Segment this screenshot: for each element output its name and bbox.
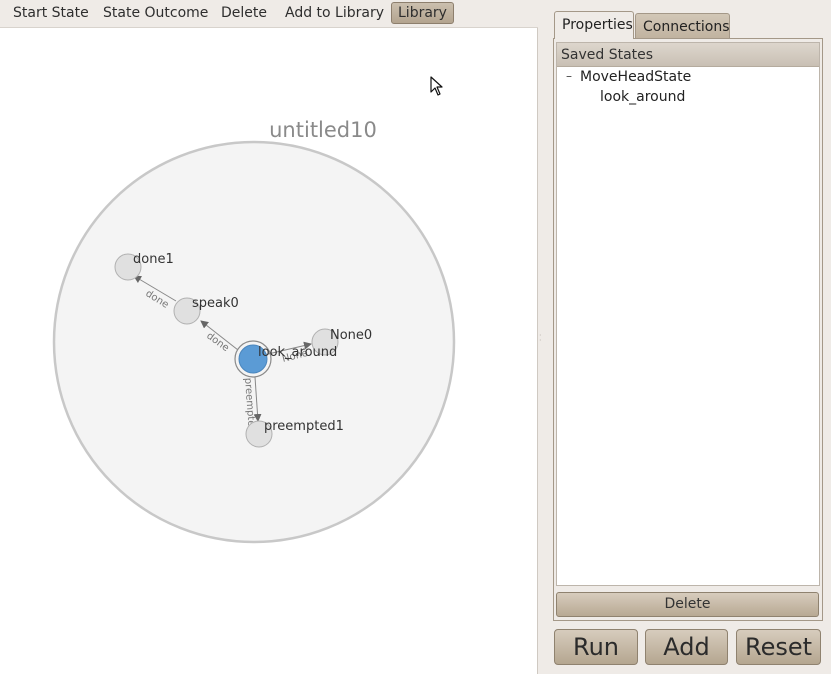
collapse-icon[interactable]: – <box>564 70 574 82</box>
add-button[interactable]: Add <box>645 629 728 665</box>
saved-states-tree[interactable]: Saved States – MoveHeadState look_around <box>556 42 820 586</box>
state-outcome-button[interactable]: State Outcome <box>97 2 214 24</box>
state-label-look-around: look_around <box>258 345 337 360</box>
tree-item-look-around[interactable]: look_around <box>600 87 685 107</box>
state-machine-canvas[interactable]: untitled10 done done None preempted done… <box>0 28 538 674</box>
container-label: untitled10 <box>269 118 377 142</box>
container-circle[interactable] <box>52 140 456 544</box>
delete-saved-state-button[interactable]: Delete <box>556 592 819 617</box>
splitter-handle[interactable]: · · <box>539 332 543 345</box>
library-button[interactable]: Library <box>391 2 454 24</box>
add-to-library-button[interactable]: Add to Library <box>279 2 390 24</box>
state-graph[interactable]: untitled10 done done None preempted done… <box>0 28 537 674</box>
tab-properties[interactable]: Properties <box>554 11 634 39</box>
delete-toolbar-button[interactable]: Delete <box>215 2 273 24</box>
state-label-preempted1: preempted1 <box>264 419 344 434</box>
tree-header[interactable]: Saved States <box>557 43 819 67</box>
start-state-button[interactable]: Start State <box>7 2 95 24</box>
tab-connections[interactable]: Connections <box>635 13 730 39</box>
tree-item-moveheadstate[interactable]: MoveHeadState <box>580 67 691 87</box>
reset-button[interactable]: Reset <box>736 629 821 665</box>
state-label-speak0: speak0 <box>192 296 239 311</box>
state-label-none0: None0 <box>330 328 372 343</box>
mouse-cursor-icon <box>430 76 443 96</box>
state-label-done1: done1 <box>133 252 174 267</box>
run-button[interactable]: Run <box>554 629 638 665</box>
toolbar: Start State State Outcome Delete Add to … <box>0 0 538 28</box>
